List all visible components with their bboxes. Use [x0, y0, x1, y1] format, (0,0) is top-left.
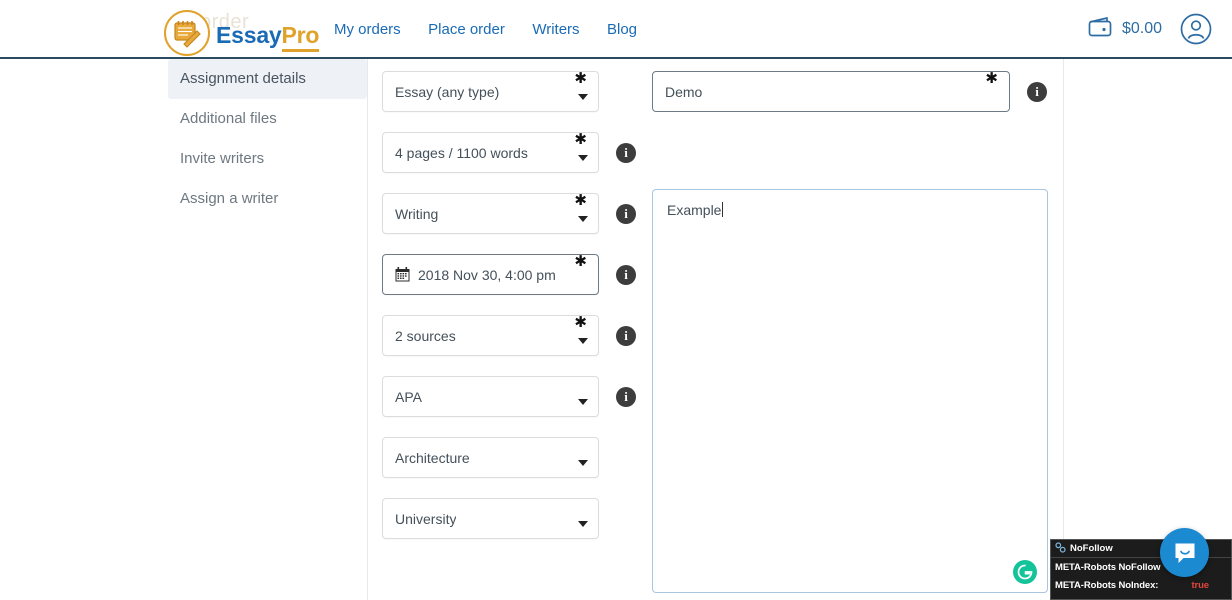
pages-value: 4 pages / 1100 words — [395, 144, 528, 161]
nofollow-title: NoFollow — [1070, 543, 1113, 554]
field-academic-level: University — [382, 498, 642, 539]
notepad-pencil-icon — [164, 10, 210, 56]
main-nav: My orders Place order Writers Blog — [334, 21, 637, 39]
info-icon-sources[interactable]: i — [616, 326, 636, 346]
meta-robots-noindex-label: META-Robots NoIndex: — [1055, 579, 1159, 591]
nav-writers[interactable]: Writers — [532, 21, 579, 38]
required-asterisk-icon: ✱ — [985, 70, 998, 87]
field-citation-style: APA i — [382, 376, 642, 417]
wallet-balance[interactable]: $0.00 — [1087, 15, 1162, 44]
grammarly-icon[interactable] — [1013, 560, 1037, 584]
instructions-textarea[interactable]: Example — [652, 189, 1048, 593]
nav-my-orders[interactable]: My orders — [334, 21, 401, 38]
chat-bubble-icon[interactable] — [1160, 528, 1209, 577]
service-type-select[interactable]: Writing ✱ — [382, 193, 599, 234]
chevron-down-icon — [578, 460, 588, 466]
right-divider — [1063, 59, 1064, 600]
nav-place-order[interactable]: Place order — [428, 21, 505, 38]
page-body: Assignment details Additional files Invi… — [0, 59, 1232, 600]
required-asterisk-icon: ✱ — [574, 314, 587, 331]
user-avatar-icon[interactable] — [1180, 13, 1212, 45]
service-type-value: Writing — [395, 205, 439, 222]
order-steps-sidebar: Assignment details Additional files Invi… — [168, 59, 367, 219]
required-asterisk-icon: ✱ — [574, 70, 587, 87]
field-paper-type: Essay (any type) ✱ — [382, 71, 642, 112]
chevron-down-icon — [578, 216, 588, 222]
wallet-icon — [1087, 15, 1115, 44]
info-icon-paper-title[interactable]: i — [1027, 82, 1047, 102]
left-divider — [367, 59, 368, 600]
link-chain-icon — [1055, 541, 1066, 556]
chevron-down-icon — [578, 94, 588, 100]
page-root: order EssayPro My orders Place order Wri… — [0, 0, 1232, 600]
assignment-options-column: Essay (any type) ✱ 4 pages / 1100 words … — [382, 71, 642, 559]
info-icon-service-type[interactable]: i — [616, 204, 636, 224]
chevron-down-icon — [578, 521, 588, 527]
text-cursor — [722, 202, 724, 217]
sidebar-item-additional-files[interactable]: Additional files — [168, 99, 367, 139]
subject-select[interactable]: Architecture — [382, 437, 599, 478]
field-sources: 2 sources ✱ i — [382, 315, 642, 356]
logo-pro: Pro — [281, 22, 319, 52]
deadline-datepicker[interactable]: 2018 Nov 30, 4:00 pm ✱ — [382, 254, 599, 295]
instructions-value: Example — [667, 202, 722, 218]
meta-robots-nofollow-label: META-Robots NoFollow — [1055, 561, 1161, 573]
meta-robots-noindex-row: META-Robots NoIndex: true — [1051, 576, 1231, 594]
paper-title-value: Demo — [665, 83, 703, 100]
assignment-content-column: Demo ✱ i Example — [652, 71, 1048, 593]
chevron-down-icon — [578, 338, 588, 344]
paper-type-value: Essay (any type) — [395, 83, 500, 100]
required-asterisk-icon: ✱ — [574, 253, 587, 270]
meta-robots-noindex-value: true — [1191, 579, 1209, 591]
field-service-type: Writing ✱ i — [382, 193, 642, 234]
required-asterisk-icon: ✱ — [574, 131, 587, 148]
chevron-down-icon — [578, 399, 588, 405]
sources-select[interactable]: 2 sources ✱ — [382, 315, 599, 356]
field-pages: 4 pages / 1100 words ✱ i — [382, 132, 642, 173]
academic-level-value: University — [395, 510, 457, 527]
sidebar-item-assignment-details[interactable]: Assignment details — [168, 59, 367, 99]
required-asterisk-icon: ✱ — [574, 192, 587, 209]
academic-level-select[interactable]: University — [382, 498, 599, 539]
paper-type-select[interactable]: Essay (any type) ✱ — [382, 71, 599, 112]
site-header: order EssayPro My orders Place order Wri… — [0, 0, 1232, 59]
calendar-icon — [395, 267, 410, 282]
deadline-value: 2018 Nov 30, 4:00 pm — [418, 266, 556, 283]
logo-essay: Essay — [216, 22, 282, 48]
sidebar-item-invite-writers[interactable]: Invite writers — [168, 139, 367, 179]
nav-blog[interactable]: Blog — [607, 21, 637, 38]
header-actions: $0.00 — [1087, 13, 1212, 45]
logo-wordmark: EssayPro — [216, 22, 319, 52]
subject-value: Architecture — [395, 449, 470, 466]
info-icon-pages[interactable]: i — [616, 143, 636, 163]
paper-title-input[interactable]: Demo ✱ — [652, 71, 1010, 112]
wallet-amount-label: $0.00 — [1121, 20, 1162, 37]
pages-select[interactable]: 4 pages / 1100 words ✱ — [382, 132, 599, 173]
chevron-down-icon — [578, 155, 588, 161]
info-icon-deadline[interactable]: i — [616, 265, 636, 285]
sidebar-item-assign-a-writer[interactable]: Assign a writer — [168, 179, 367, 219]
citation-style-value: APA — [395, 388, 422, 405]
field-subject: Architecture — [382, 437, 642, 478]
citation-style-select[interactable]: APA — [382, 376, 599, 417]
sources-value: 2 sources — [395, 327, 456, 344]
field-deadline: 2018 Nov 30, 4:00 pm ✱ i — [382, 254, 642, 295]
info-icon-citation-style[interactable]: i — [616, 387, 636, 407]
